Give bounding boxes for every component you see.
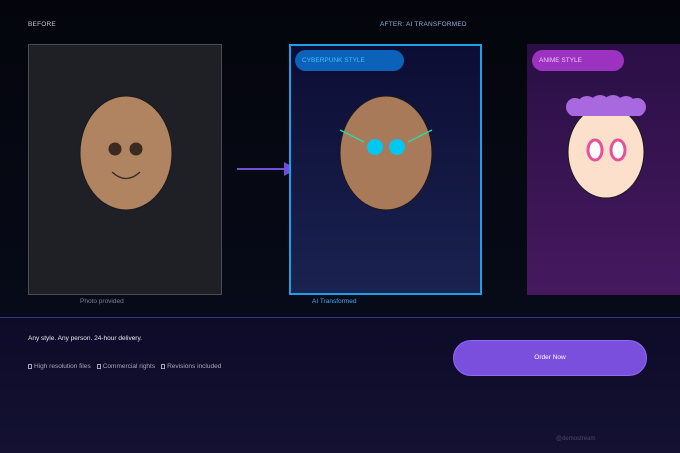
cyberpunk-style-card[interactable]: CYBERPUNK STYLE <box>289 44 482 295</box>
creator-handle: @demostream <box>556 436 596 442</box>
tagline: Any style. Any person. 24-hour delivery. <box>28 335 143 342</box>
anime-right-eye <box>609 138 627 162</box>
before-photo-card <box>28 44 222 295</box>
feature-list: High resolution files Commercial rights … <box>28 363 221 370</box>
anime-face-illustration <box>566 95 646 199</box>
anime-style-card[interactable]: ANIME STYLE <box>527 44 680 295</box>
face-shape <box>567 105 645 199</box>
cyberpunk-style-pill: CYBERPUNK STYLE <box>295 50 404 71</box>
feature-item: Revisions included <box>161 363 221 370</box>
anime-style-pill: ANIME STYLE <box>532 50 624 71</box>
checkbox-icon <box>96 364 101 369</box>
order-now-button[interactable]: Order Now <box>453 340 647 376</box>
arrow-right-icon <box>237 162 297 176</box>
before-caption: Photo provided <box>80 298 124 305</box>
before-label: BEFORE <box>28 21 56 28</box>
anime-left-eye <box>586 138 604 162</box>
face-shape <box>79 95 173 211</box>
anime-hair <box>566 95 646 116</box>
cyberpunk-face-illustration <box>339 95 433 211</box>
right-eye <box>129 142 143 156</box>
checkbox-icon <box>28 364 32 369</box>
cyber-right-eye <box>389 139 405 155</box>
left-eye <box>108 142 122 156</box>
original-face-illustration <box>79 95 173 211</box>
ai-transformed-caption: AI Transformed <box>312 298 357 305</box>
cyber-left-eye <box>367 139 383 155</box>
face-shape <box>339 95 433 211</box>
after-label: AFTER: AI TRANSFORMED <box>380 21 467 28</box>
feature-item: Commercial rights <box>96 363 155 370</box>
order-panel: Any style. Any person. 24-hour delivery.… <box>0 317 680 453</box>
feature-item: High resolution files <box>28 363 91 370</box>
checkbox-icon <box>161 364 166 369</box>
